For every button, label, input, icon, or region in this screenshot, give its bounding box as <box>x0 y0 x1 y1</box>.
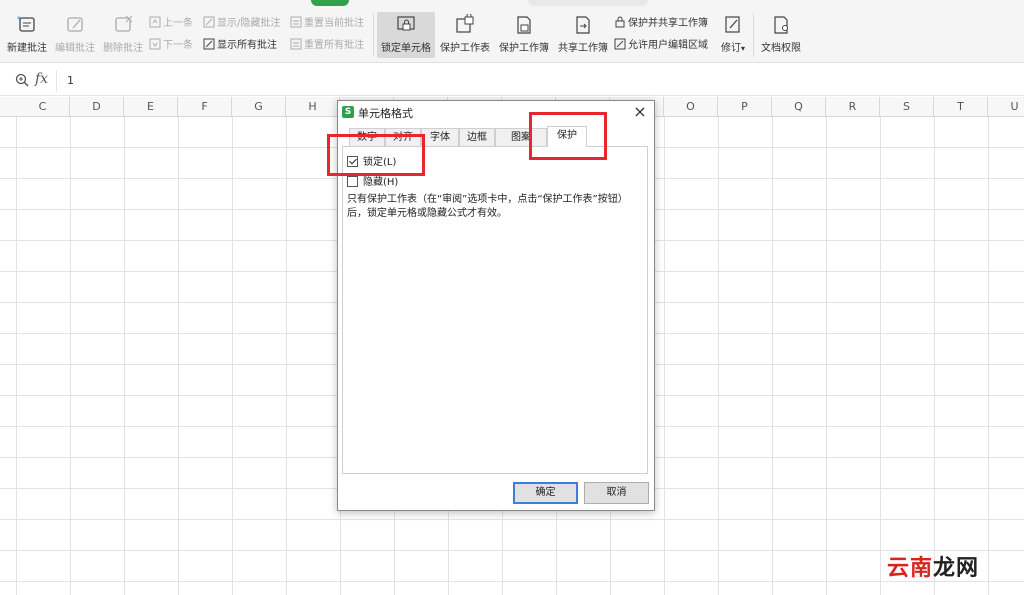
prev-comment-button[interactable]: 上一条 <box>149 16 193 30</box>
cancel-button[interactable]: 取消 <box>584 482 649 504</box>
column-header[interactable]: F <box>178 97 232 117</box>
ok-button[interactable]: 确定 <box>513 482 578 504</box>
edit-comment-icon <box>67 17 83 32</box>
dialog-title: 单元格格式 <box>358 107 413 120</box>
lock-cell-label: 锁定单元格 <box>381 43 431 54</box>
allow-edit-ranges-button[interactable]: 允许用户编辑区域 <box>614 38 708 52</box>
column-header[interactable]: S <box>880 97 934 117</box>
column-header[interactable]: E <box>124 97 178 117</box>
next-label: 下一条 <box>163 40 193 51</box>
lock-cell-icon <box>397 16 415 31</box>
protect-workbook-label: 保护工作簿 <box>499 43 549 54</box>
column-header[interactable]: G <box>232 97 286 117</box>
edit-ranges-icon <box>614 38 626 50</box>
lock-share-icon <box>615 16 625 28</box>
reset-all-comments-icon <box>290 38 302 50</box>
column-header[interactable]: D <box>70 97 124 117</box>
watermark-red-text: 云南 <box>887 556 934 581</box>
new-comment-button[interactable]: * 新建批注 <box>6 14 48 54</box>
share-workbook-icon <box>576 16 590 34</box>
column-header[interactable]: T <box>934 97 988 117</box>
reset-all-comments-label: 重置所有批注 <box>304 40 364 51</box>
new-comment-icon: * <box>17 15 35 32</box>
formula-bar: fx 1 <box>0 66 1024 96</box>
protection-description: 只有保护工作表（在“审阅”选项卡中，点击“保护工作表”按钮）后，锁定单元格或隐藏… <box>347 194 628 219</box>
column-header[interactable]: R <box>826 97 880 117</box>
formula-input[interactable]: 1 <box>56 70 1024 92</box>
svg-text:*: * <box>17 15 21 24</box>
delete-comment-icon <box>115 15 133 32</box>
prev-label: 上一条 <box>163 18 193 29</box>
reset-current-comment-button[interactable]: 重置当前批注 <box>290 16 364 30</box>
doc-permissions-button[interactable]: 文档权限 <box>758 14 804 54</box>
delete-comment-button[interactable]: 删除批注 <box>101 14 145 54</box>
show-hide-comment-button[interactable]: 显示/隐藏批注 <box>203 16 280 30</box>
reset-current-comment-label: 重置当前批注 <box>304 18 364 29</box>
new-comment-label: 新建批注 <box>7 43 47 54</box>
lock-cell-button[interactable]: 锁定单元格 <box>377 12 435 58</box>
column-header[interactable]: C <box>16 97 70 117</box>
doc-permissions-label: 文档权限 <box>761 43 801 54</box>
track-changes-button[interactable]: 修订▾ <box>716 14 750 54</box>
wps-logo-icon: S <box>342 106 354 118</box>
tab-font[interactable]: 字体 <box>421 128 459 147</box>
show-hide-comment-label: 显示/隐藏批注 <box>217 18 281 29</box>
show-all-comments-button[interactable]: 显示所有批注 <box>203 38 277 52</box>
active-menu-tab[interactable] <box>311 0 349 6</box>
show-hide-comment-icon <box>203 16 215 28</box>
protect-and-share-button[interactable]: 保护并共享工作簿 <box>614 16 708 30</box>
fx-label[interactable]: fx <box>35 71 48 87</box>
tab-protection[interactable]: 保护 <box>547 126 587 147</box>
show-all-comments-label: 显示所有批注 <box>217 40 277 51</box>
reset-current-comment-icon <box>290 16 302 28</box>
track-changes-icon <box>725 16 740 33</box>
edit-comment-button[interactable]: 编辑批注 <box>53 14 97 54</box>
allow-edit-ranges-label: 允许用户编辑区域 <box>628 40 708 51</box>
menu-tab-strip <box>0 0 1024 8</box>
hidden-checkbox[interactable] <box>347 176 358 187</box>
protect-workbook-button[interactable]: 保护工作簿 <box>496 14 552 54</box>
reset-all-comments-button[interactable]: 重置所有批注 <box>290 38 364 52</box>
column-header[interactable]: Q <box>772 97 826 117</box>
next-comment-button[interactable]: 下一条 <box>149 38 193 52</box>
edit-comment-label: 编辑批注 <box>55 43 95 54</box>
protect-sheet-label: 保护工作表 <box>440 43 490 54</box>
review-ribbon: * 新建批注 编辑批注 删除批注 上一条 下一条 显示/隐藏批注 显示所有批注 … <box>0 8 1024 63</box>
dropdown-caret-icon: ▾ <box>740 44 745 53</box>
column-header[interactable]: H <box>286 97 340 117</box>
protect-sheet-icon <box>456 14 474 33</box>
tab-border[interactable]: 边框 <box>459 128 495 147</box>
track-changes-label: 修订 <box>720 43 741 54</box>
column-header[interactable]: O <box>664 97 718 117</box>
doc-permissions-icon <box>774 16 788 34</box>
next-icon <box>149 38 161 50</box>
share-workbook-label: 共享工作簿 <box>558 43 608 54</box>
share-workbook-button[interactable]: 共享工作簿 <box>555 14 611 54</box>
zoom-icon[interactable] <box>15 73 29 87</box>
search-pill[interactable] <box>528 0 648 6</box>
column-header[interactable]: U <box>988 97 1024 117</box>
prev-icon <box>149 16 161 28</box>
protection-panel: 锁定(L) 隐藏(H) 只有保护工作表（在“审阅”选项卡中，点击“保护工作表”按… <box>342 146 648 474</box>
protect-and-share-label: 保护并共享工作簿 <box>628 18 708 29</box>
close-icon[interactable]: × <box>632 102 648 121</box>
ribbon-separator <box>373 13 374 57</box>
spreadsheet-app: * 新建批注 编辑批注 删除批注 上一条 下一条 显示/隐藏批注 显示所有批注 … <box>0 0 1024 595</box>
ribbon-separator <box>753 13 754 57</box>
locked-checkbox-highlight <box>327 134 425 176</box>
site-watermark: 云南龙网 <box>887 550 979 582</box>
delete-comment-label: 删除批注 <box>103 43 143 54</box>
show-all-comments-icon <box>203 38 215 50</box>
watermark-dark-text: 龙网 <box>933 556 980 581</box>
protect-sheet-button[interactable]: 保护工作表 <box>437 14 493 54</box>
hidden-label: 隐藏(H) <box>363 177 399 188</box>
column-header[interactable]: P <box>718 97 772 117</box>
protect-workbook-icon <box>517 16 531 34</box>
